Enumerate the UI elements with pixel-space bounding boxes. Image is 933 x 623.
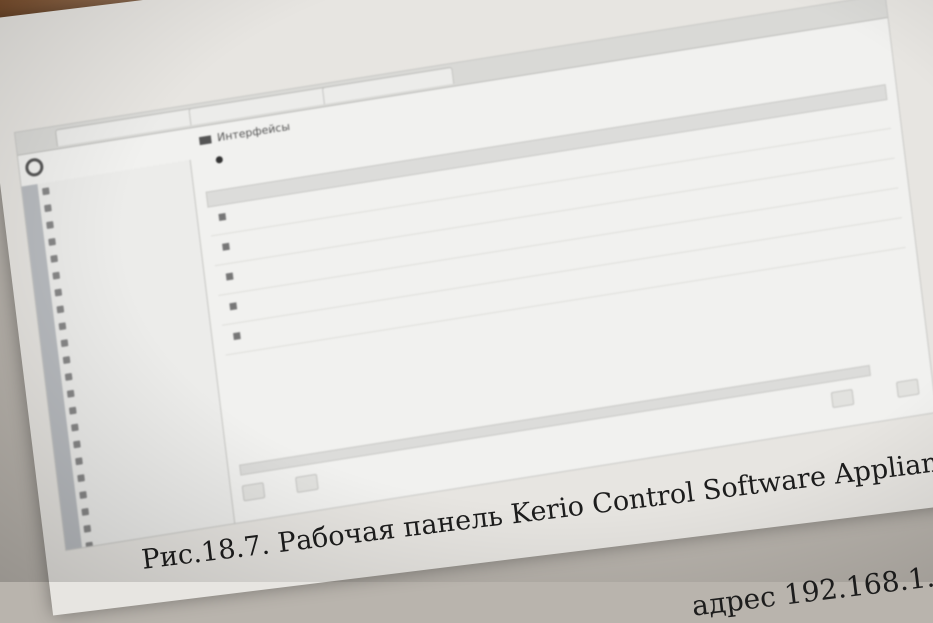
sidebar-item-icon [58, 322, 67, 331]
interfaces-icon [198, 135, 212, 146]
body-text-fragment: адрес 192.168.1. [690, 560, 933, 623]
sidebar-item-icon [83, 524, 92, 533]
browser-tab[interactable] [54, 107, 198, 147]
sidebar-item-icon [68, 406, 77, 415]
sidebar-item-icon [77, 474, 85, 483]
sidebar-item-icon [50, 254, 59, 263]
interface-icon [225, 272, 234, 281]
cancel-button[interactable] [895, 378, 920, 398]
sidebar-item-icon [85, 541, 94, 550]
kerio-logo-icon [24, 156, 45, 178]
sidebar-item-icon [81, 507, 90, 516]
horizontal-scrollbar[interactable] [239, 364, 872, 476]
sidebar-item-icon [66, 389, 75, 398]
sidebar-item-icon [79, 490, 88, 500]
sidebar-item-icon [64, 372, 73, 381]
sidebar-item-icon [75, 457, 83, 466]
sidebar-item-icon [70, 423, 79, 432]
sidebar-item-icon [60, 339, 69, 348]
interface-icon [222, 242, 230, 251]
sidebar-item-icon [54, 288, 63, 297]
sidebar-item-icon [73, 440, 81, 449]
radio-icon[interactable] [215, 155, 224, 164]
edit-button[interactable] [295, 473, 319, 494]
sidebar-item-icon [41, 187, 50, 196]
options-row [215, 154, 226, 164]
interface-icon [218, 212, 227, 221]
sidebar-item-icon [46, 221, 54, 230]
sidebar-item-icon [44, 204, 52, 213]
sidebar-item-icon [62, 356, 71, 365]
page-title-text: Интерфейсы [216, 119, 291, 145]
interface-icon [233, 332, 241, 341]
add-button[interactable] [241, 482, 266, 502]
apply-button[interactable] [830, 388, 855, 409]
sidebar-item-icon [56, 305, 65, 314]
sidebar-item-icon [52, 271, 61, 280]
interface-icon [229, 302, 238, 311]
sidebar-item-icon [48, 237, 56, 246]
